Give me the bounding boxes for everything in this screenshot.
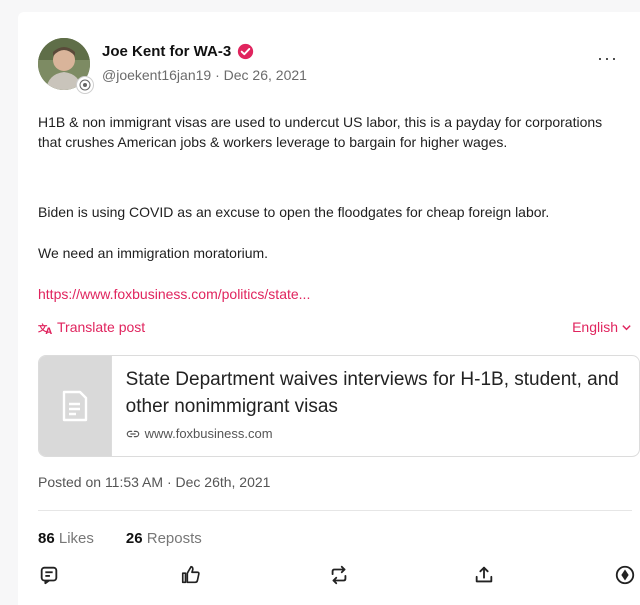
likes-label: Likes [58, 530, 94, 547]
reply-icon [40, 566, 58, 585]
meta-separator: · [211, 67, 224, 83]
reposts-label: Reposts [146, 530, 202, 547]
chevron-down-icon [622, 324, 631, 330]
share-icon [475, 566, 493, 583]
share-button[interactable] [473, 564, 497, 588]
author-display-name[interactable]: Joe Kent for WA-3 [102, 43, 231, 60]
verified-badge-icon [238, 43, 254, 60]
link-preview-info: State Department waives interviews for H… [112, 356, 639, 456]
post-paragraph-2: Biden is using COVID as an excuse to ope… [38, 204, 550, 220]
svg-text:A: A [46, 326, 53, 335]
more-options-button[interactable]: ··· [597, 48, 618, 69]
link-preview-thumbnail [39, 356, 112, 456]
link-preview-domain: www.foxbusiness.com [144, 426, 273, 441]
translate-icon: 文 A [38, 322, 53, 335]
post-card: Joe Kent for WA-3 @joekent16jan19 · Dec … [18, 12, 640, 605]
link-preview-domain-row: www.foxbusiness.com [126, 426, 625, 441]
translate-post-button[interactable]: 文 A Translate post [38, 319, 145, 335]
language-label: English [572, 319, 618, 335]
reposts-count: 26 [125, 530, 143, 547]
reposts-stat[interactable]: 26 Reposts [126, 530, 202, 547]
language-select[interactable]: English [572, 319, 632, 335]
link-preview-card[interactable]: State Department waives interviews for H… [38, 355, 640, 457]
author-meta: @joekent16jan19 · Dec 26, 2021 [102, 67, 307, 83]
link-icon [126, 430, 139, 437]
like-button[interactable] [180, 564, 204, 588]
reply-button[interactable] [38, 564, 62, 588]
post-paragraph-3: We need an immigration moratorium. [38, 245, 269, 261]
author-name-row: Joe Kent for WA-3 [102, 43, 254, 60]
post-paragraph-1: H1B & non immigrant visas are used to un… [38, 114, 603, 150]
likes-count: 86 [38, 530, 55, 547]
action-bar [18, 564, 640, 594]
post-stats: 86 Likes 26 Reposts [38, 530, 202, 547]
divider [38, 510, 632, 511]
repost-button[interactable] [328, 564, 352, 588]
repost-icon [331, 565, 347, 585]
tip-icon [615, 565, 635, 585]
post-link[interactable]: https://www.foxbusiness.com/politics/sta… [38, 286, 310, 302]
translate-label: Translate post [57, 319, 146, 335]
post-date[interactable]: Dec 26, 2021 [224, 67, 307, 83]
tip-button[interactable] [614, 564, 638, 588]
link-preview-title[interactable]: State Department waives interviews for H… [126, 366, 625, 420]
author-handle[interactable]: @joekent16jan19 [102, 67, 211, 83]
document-icon [62, 390, 88, 422]
posted-timestamp: Posted on 11:53 AM · Dec 26th, 2021 [38, 474, 271, 490]
likes-stat[interactable]: 86 Likes [38, 530, 94, 547]
thumbs-up-icon [181, 565, 200, 584]
avatar-seal-icon [76, 76, 94, 94]
